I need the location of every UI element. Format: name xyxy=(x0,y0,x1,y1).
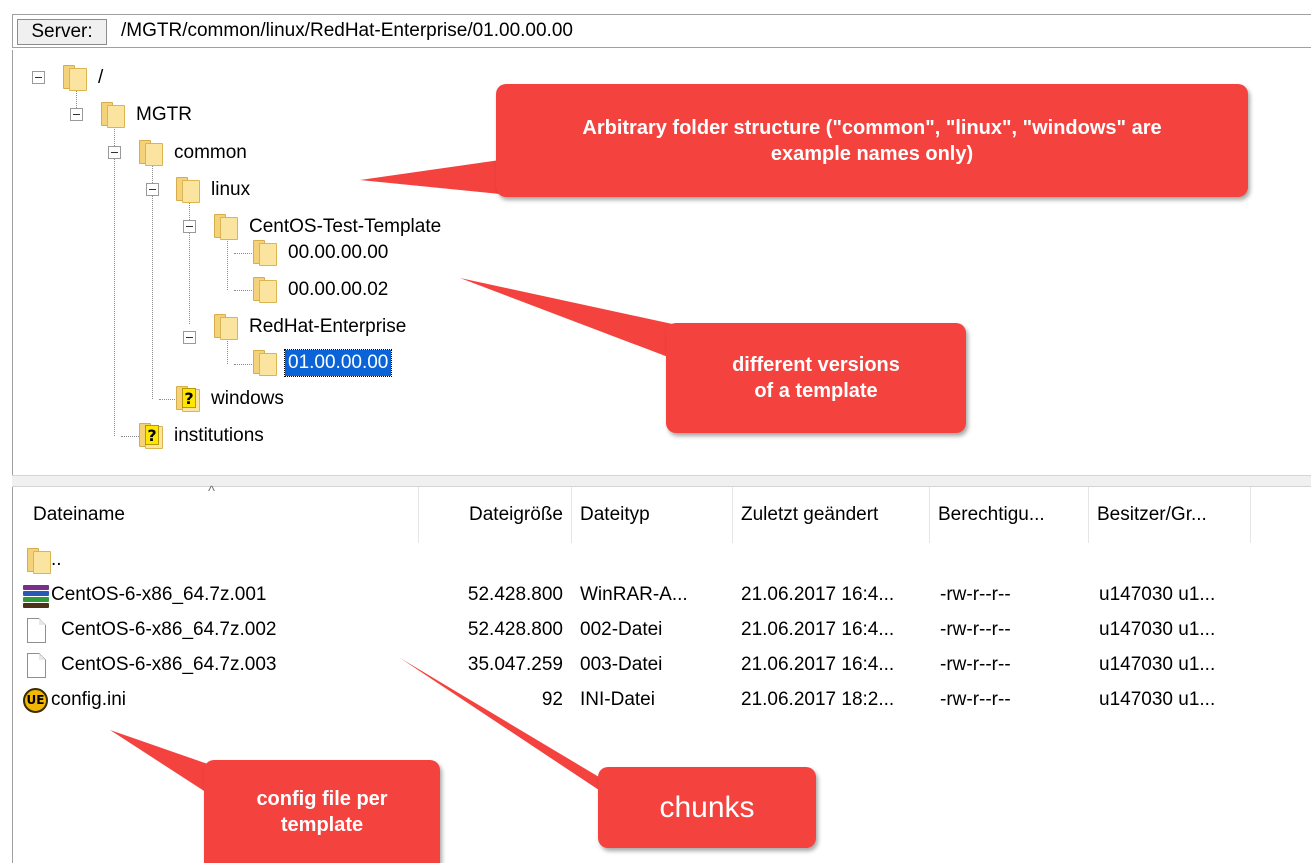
file-modified: 21.06.2017 18:2... xyxy=(741,689,895,710)
pane-splitter[interactable] xyxy=(12,475,1311,487)
file-name: .. xyxy=(51,549,62,570)
blank-file-icon xyxy=(23,653,49,679)
folder-icon xyxy=(214,214,238,240)
callout-versions: different versions of a template xyxy=(666,323,966,433)
file-type: INI-Datei xyxy=(580,689,655,710)
collapse-toggle[interactable] xyxy=(32,71,45,84)
unknown-folder-icon: ? xyxy=(139,423,163,449)
file-list-header: ^ Dateiname Dateigröße Dateityp Zuletzt … xyxy=(13,483,1311,543)
file-modified: 21.06.2017 16:4... xyxy=(741,619,895,640)
tree-node-label: CentOS-Test-Template xyxy=(249,216,442,237)
tree-node-institutions[interactable]: ? institutions xyxy=(139,421,267,451)
file-row[interactable]: CentOS-6-x86_64.7z.002 52.428.800 002-Da… xyxy=(13,613,1311,647)
callout-chunks: chunks xyxy=(598,767,816,848)
winrar-archive-icon xyxy=(23,583,49,609)
file-permissions: -rw-r--r-- xyxy=(940,689,1011,710)
folder-icon xyxy=(253,350,277,376)
tree-node-00-00-00-00[interactable]: 00.00.00.00 xyxy=(253,238,391,268)
collapse-toggle[interactable] xyxy=(108,146,121,159)
file-type: 003-Datei xyxy=(580,654,663,675)
file-type: WinRAR-A... xyxy=(580,584,688,605)
folder-icon xyxy=(214,314,238,340)
tree-node-label: MGTR xyxy=(136,104,192,125)
tree-node-linux[interactable]: linux xyxy=(176,175,253,205)
column-header-filesize[interactable]: Dateigröße xyxy=(419,487,571,543)
tree-node-00-00-00-02[interactable]: 00.00.00.02 xyxy=(253,275,391,305)
column-header-owner-group[interactable]: Besitzer/Gr... xyxy=(1089,487,1249,543)
tree-connector xyxy=(114,116,115,436)
tree-node-label: 00.00.00.02 xyxy=(288,279,389,300)
callout-config: config file per template xyxy=(204,760,440,863)
file-row[interactable]: UE config.ini 92 INI-Datei 21.06.2017 18… xyxy=(13,683,1311,717)
file-size: 92 xyxy=(541,689,563,710)
column-header-last-modified[interactable]: Zuletzt geändert xyxy=(733,487,929,543)
file-type: 002-Datei xyxy=(580,619,663,640)
column-header-permissions[interactable]: Berechtigu... xyxy=(930,487,1088,543)
file-name: CentOS-6-x86_64.7z.003 xyxy=(61,654,277,675)
tree-node-label: / xyxy=(98,67,104,88)
tree-node-label: common xyxy=(174,142,247,163)
tree-node-label: RedHat-Enterprise xyxy=(249,316,407,337)
file-size: 35.047.259 xyxy=(467,654,563,675)
column-divider[interactable] xyxy=(1250,487,1251,543)
file-owner: u147030 u1... xyxy=(1099,619,1216,640)
tree-connector xyxy=(189,190,190,324)
tree-node-windows[interactable]: ? windows xyxy=(176,384,287,414)
column-header-filename[interactable]: Dateiname xyxy=(25,487,415,543)
file-row[interactable]: CentOS-6-x86_64.7z.001 52.428.800 WinRAR… xyxy=(13,578,1311,612)
file-name: CentOS-6-x86_64.7z.001 xyxy=(51,584,267,605)
collapse-toggle[interactable] xyxy=(70,108,83,121)
file-owner: u147030 u1... xyxy=(1099,689,1216,710)
tree-node-label: 00.00.00.00 xyxy=(288,242,389,263)
file-modified: 21.06.2017 16:4... xyxy=(741,654,895,675)
folder-icon xyxy=(253,277,277,303)
folder-icon xyxy=(101,102,125,128)
folder-icon xyxy=(63,65,87,91)
server-label: Server: xyxy=(17,19,107,45)
file-owner: u147030 u1... xyxy=(1099,584,1216,605)
callout-folder-structure: Arbitrary folder structure ("common", "l… xyxy=(496,84,1248,197)
collapse-toggle[interactable] xyxy=(146,183,159,196)
tree-node-mgtr[interactable]: MGTR xyxy=(101,100,195,130)
server-path-input[interactable]: /MGTR/common/linux/RedHat-Enterprise/01.… xyxy=(113,15,573,47)
folder-icon xyxy=(23,548,51,574)
server-path-bar: Server: /MGTR/common/linux/RedHat-Enterp… xyxy=(12,14,1311,48)
file-owner: u147030 u1... xyxy=(1099,654,1216,675)
tree-node-redhat-enterprise[interactable]: RedHat-Enterprise xyxy=(214,312,409,342)
file-modified: 21.06.2017 16:4... xyxy=(741,584,895,605)
file-size: 52.428.800 xyxy=(467,584,563,605)
unknown-folder-icon: ? xyxy=(176,386,200,412)
tree-node-01-00-00-00[interactable]: 01.00.00.00 xyxy=(253,348,393,378)
folder-icon xyxy=(176,177,200,203)
file-row[interactable]: CentOS-6-x86_64.7z.003 35.047.259 003-Da… xyxy=(13,648,1311,682)
folder-icon xyxy=(139,140,163,166)
ultraedit-file-icon: UE xyxy=(23,688,49,714)
tree-node-root[interactable]: / xyxy=(63,63,106,93)
tree-node-label-selected: 01.00.00.00 xyxy=(283,349,393,377)
file-permissions: -rw-r--r-- xyxy=(940,619,1011,640)
tree-node-label: windows xyxy=(211,388,284,409)
file-name: config.ini xyxy=(51,689,126,710)
column-header-filetype[interactable]: Dateityp xyxy=(572,487,732,543)
tree-node-common[interactable]: common xyxy=(139,138,250,168)
tree-node-label: institutions xyxy=(174,425,264,446)
collapse-toggle[interactable] xyxy=(183,331,196,344)
collapse-toggle[interactable] xyxy=(183,220,196,233)
file-size: 52.428.800 xyxy=(467,619,563,640)
tree-node-label: linux xyxy=(211,179,251,200)
file-permissions: -rw-r--r-- xyxy=(940,584,1011,605)
file-name: CentOS-6-x86_64.7z.002 xyxy=(61,619,277,640)
file-row-parent[interactable]: .. xyxy=(13,543,1311,577)
blank-file-icon xyxy=(23,618,49,644)
folder-icon xyxy=(253,240,277,266)
file-permissions: -rw-r--r-- xyxy=(940,654,1011,675)
